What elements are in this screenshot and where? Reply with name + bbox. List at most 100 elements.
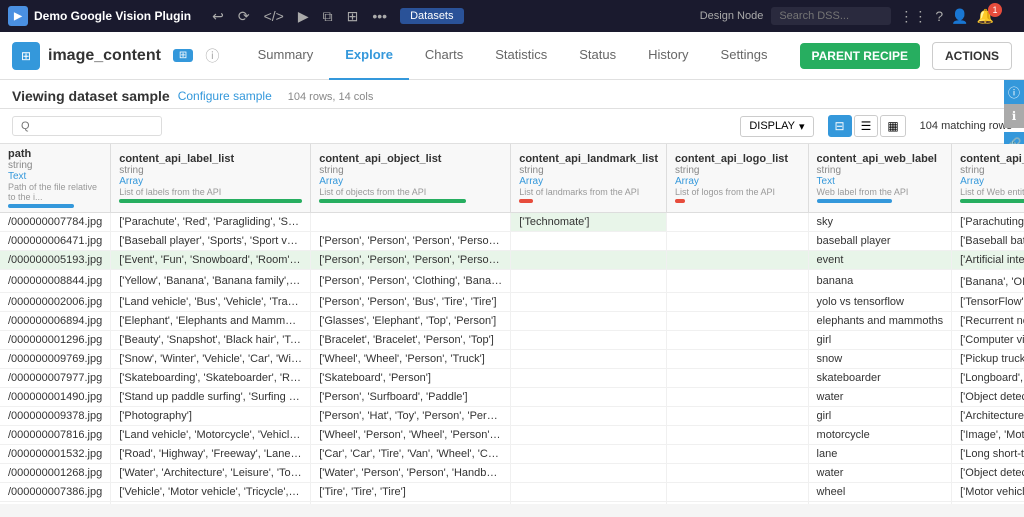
app-name: Demo Google Vision Plugin	[34, 9, 191, 23]
content-header: Viewing dataset sample Configure sample …	[0, 80, 1024, 109]
cell-path: /000000005193.jpg	[0, 251, 111, 270]
user-icon[interactable]: 👤	[951, 8, 968, 25]
side-help-btn[interactable]: ℹ	[1004, 104, 1024, 128]
cell-landmark-list: ['Technomate']	[511, 213, 667, 232]
cell-web-label: girl	[808, 407, 952, 426]
cell-landmark-list	[511, 331, 667, 350]
cell-web-entity-list: ['Mountaineering', '09738', 'Alps', 'Sno…	[952, 502, 1024, 505]
cell-path: /000000001296.jpg	[0, 331, 111, 350]
cell-object-list: ['Person', 'Person', 'Clothing', 'Banana…	[311, 270, 511, 293]
cell-object-list: ['Person', 'Person', 'Person', 'Person',…	[311, 232, 511, 251]
cell-web-entity-list: ['Parachuting', 'Air travel', 'Parachute…	[952, 213, 1024, 232]
cell-web-entity-list: ['Longboard', 'Skateboarding', 'Skatebo.…	[952, 369, 1024, 388]
cell-web-entity-list: ['Pickup truck', 'Car', 'Commercial vehi…	[952, 350, 1024, 369]
cell-label-list: ['Baseball player', 'Sports', 'Sport ven…	[111, 232, 311, 251]
cell-object-list: ['Water', 'Person', 'Person', 'Handbag',…	[311, 464, 511, 483]
global-search[interactable]	[771, 7, 891, 25]
cell-logo-list	[667, 251, 809, 270]
table-row: /000000002006.jpg['Land vehicle', 'Bus',…	[0, 293, 1024, 312]
display-label: DISPLAY	[749, 120, 795, 132]
cell-web-label: water	[808, 388, 952, 407]
dataset-tag: ⊞	[173, 49, 193, 62]
tab-settings[interactable]: Settings	[705, 32, 784, 80]
table-row: /000000006471.jpg['Baseball player', 'Sp…	[0, 232, 1024, 251]
more-btn[interactable]: •••	[367, 6, 392, 26]
play-btn[interactable]: ▶	[293, 6, 314, 27]
cell-web-label: baseball player	[808, 232, 952, 251]
cell-landmark-list	[511, 388, 667, 407]
cell-web-label: water	[808, 464, 952, 483]
table-row: /000000009378.jpg['Photography']['Person…	[0, 407, 1024, 426]
cell-web-label: wheel	[808, 483, 952, 502]
cell-path: /000000007784.jpg	[0, 213, 111, 232]
table-row: /000000007816.jpg['Land vehicle', 'Motor…	[0, 426, 1024, 445]
cell-web-entity-list: ['Computer vision', 'Object detection', …	[952, 331, 1024, 350]
main-content: Viewing dataset sample Configure sample …	[0, 80, 1024, 504]
tab-statistics[interactable]: Statistics	[479, 32, 563, 80]
help-icon[interactable]: ?	[935, 8, 943, 24]
cell-web-entity-list: ['Baseball bat', 'Baseball field', 'Base…	[952, 232, 1024, 251]
tab-status[interactable]: Status	[563, 32, 632, 80]
grid-view-icon[interactable]: ⊟	[828, 115, 852, 137]
app-logo: ▶ Demo Google Vision Plugin	[8, 6, 191, 26]
cell-label-list: ['Road', 'Highway', 'Freeway', 'Lane', '…	[111, 445, 311, 464]
search-input[interactable]	[12, 116, 162, 136]
configure-link[interactable]: Configure sample	[178, 89, 272, 103]
cell-landmark-list	[511, 312, 667, 331]
tab-charts[interactable]: Charts	[409, 32, 479, 80]
topbar-right: Design Node ⋮⋮ ? 👤 🔔 1	[700, 7, 1016, 25]
nav-tabs: Summary Explore Charts Statistics Status…	[242, 32, 784, 80]
tab-summary[interactable]: Summary	[242, 32, 330, 80]
cell-landmark-list	[511, 251, 667, 270]
grid-btn[interactable]: ⊞	[342, 6, 364, 27]
parent-recipe-button[interactable]: PARENT RECIPE	[800, 43, 920, 69]
copy-btn[interactable]: ⧉	[318, 6, 338, 27]
help-circle-icon[interactable]: ⓘ	[205, 46, 219, 66]
cell-web-label: elephants and mammoths	[808, 312, 952, 331]
secondbar: ⊞ image_content ⊞ ⓘ Summary Explore Char…	[0, 32, 1024, 80]
col-header-object-list: content_api_object_list string Array Lis…	[311, 144, 511, 213]
cell-path: /000000007816.jpg	[0, 426, 111, 445]
cell-landmark-list	[511, 426, 667, 445]
table-row: /000000001532.jpg['Road', 'Highway', 'Fr…	[0, 445, 1024, 464]
table-row: /000000003255.jpg['Snow', 'Mountainous l…	[0, 502, 1024, 505]
cell-label-list: ['Parachute', 'Red', 'Paragliding', 'Sky…	[111, 213, 311, 232]
chart-view-icon[interactable]: ▦	[880, 115, 905, 137]
side-info-btn[interactable]: ⓘ	[1004, 80, 1024, 104]
table-row: /000000008844.jpg['Yellow', 'Banana', 'B…	[0, 270, 1024, 293]
cell-object-list: ['Person', 'Surfboard', 'Paddle']	[311, 388, 511, 407]
tab-history[interactable]: History	[632, 32, 704, 80]
table-row: /000000001296.jpg['Beauty', 'Snapshot', …	[0, 331, 1024, 350]
list-view-icon[interactable]: ☰	[854, 115, 879, 137]
refresh-btn[interactable]: ⟳	[233, 6, 255, 27]
cell-path: /000000001490.jpg	[0, 388, 111, 407]
display-button[interactable]: DISPLAY ▾	[740, 116, 813, 137]
cell-logo-list	[667, 369, 809, 388]
table-row: /000000007977.jpg['Skateboarding', 'Skat…	[0, 369, 1024, 388]
cell-web-label: event	[808, 251, 952, 270]
cell-logo-list	[667, 483, 809, 502]
cell-logo-list	[667, 270, 809, 293]
cell-web-entity-list: ['TensorFlow', 'Object detection', 'Algo…	[952, 293, 1024, 312]
cell-label-list: ['Land vehicle', 'Motorcycle', 'Vehicle'…	[111, 426, 311, 445]
cell-web-entity-list: ['Object detection', 'Computer vision', …	[952, 388, 1024, 407]
row-info: 104 rows, 14 cols	[288, 91, 374, 103]
back-btn[interactable]: ↩	[207, 6, 229, 27]
cell-landmark-list	[511, 445, 667, 464]
cell-logo-list	[667, 331, 809, 350]
cell-label-list: ['Skateboarding', 'Skateboarder', 'Recre…	[111, 369, 311, 388]
apps-icon[interactable]: ⋮⋮	[899, 8, 927, 25]
view-toggle: ⊟ ☰ ▦	[828, 115, 906, 137]
datasets-label[interactable]: Datasets	[400, 8, 463, 24]
cell-path: /000000001532.jpg	[0, 445, 111, 464]
cell-web-entity-list: ['Architecture', 'Feature', 'Neural netw…	[952, 407, 1024, 426]
cell-web-label: lane	[808, 445, 952, 464]
tab-explore[interactable]: Explore	[329, 32, 409, 80]
cell-web-entity-list: ['Recurrent neural network', 'African el…	[952, 312, 1024, 331]
cell-label-list: ['Photography']	[111, 407, 311, 426]
cell-web-label: banana	[808, 270, 952, 293]
cell-label-list: ['Vehicle', 'Motor vehicle', 'Tricycle',…	[111, 483, 311, 502]
code-btn[interactable]: </>	[259, 6, 289, 26]
cell-landmark-list	[511, 270, 667, 293]
actions-button[interactable]: ACTIONS	[932, 42, 1012, 70]
